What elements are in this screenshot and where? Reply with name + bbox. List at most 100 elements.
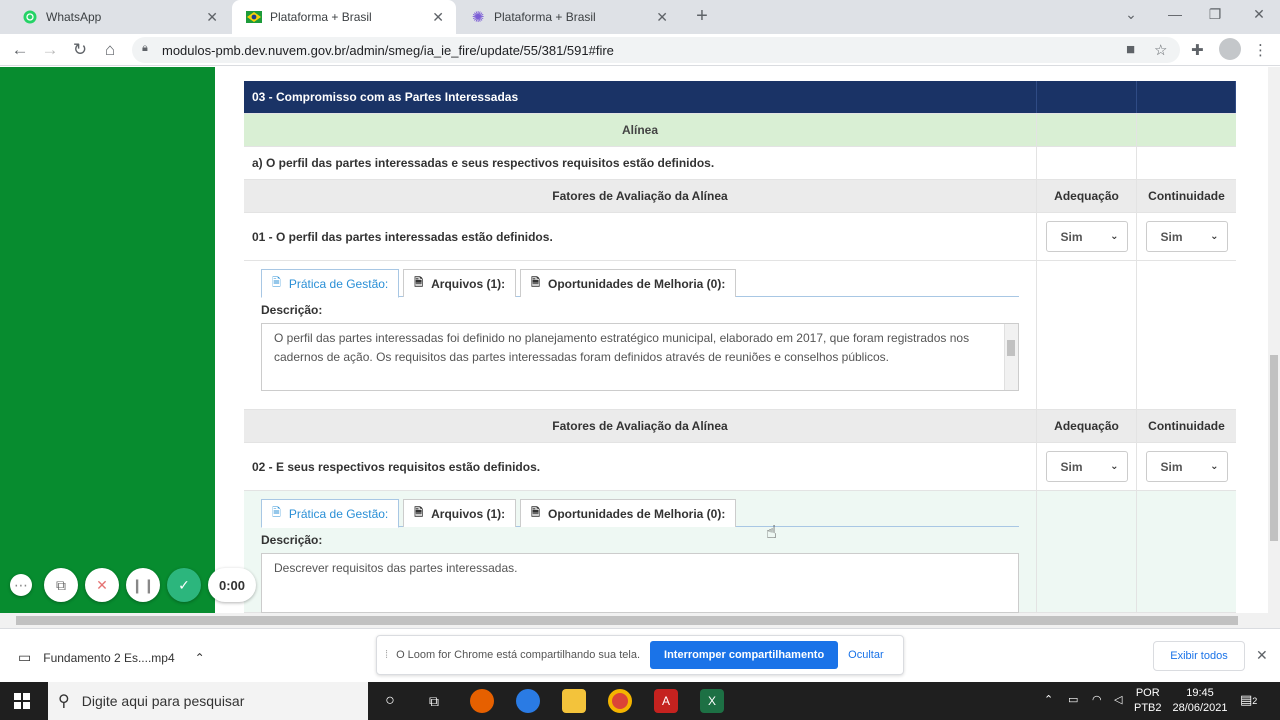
- chevron-up-icon[interactable]: ⌃: [195, 651, 205, 665]
- document-icon: 🗎︎: [414, 507, 424, 519]
- continuidade-select[interactable]: Sim ⌄: [1145, 221, 1228, 252]
- acrobat-icon[interactable]: A: [654, 689, 678, 713]
- tab-pratica-gestao[interactable]: 🗎︎ Prática de Gestão:: [261, 269, 400, 298]
- adequacao-select[interactable]: Sim ⌄: [1045, 451, 1128, 482]
- tab-title: WhatsApp: [46, 10, 102, 24]
- file-explorer-icon[interactable]: [562, 689, 586, 713]
- loom-camera-button[interactable]: ⧉: [44, 568, 78, 602]
- firefox-icon[interactable]: [470, 689, 494, 713]
- alinea-label: Alínea: [244, 114, 1037, 146]
- chrome-icon[interactable]: [608, 689, 632, 713]
- camera-icon[interactable]: ■: [1126, 41, 1135, 58]
- continuidade-select[interactable]: Sim ⌄: [1145, 451, 1228, 482]
- description-label: Descrição:: [261, 303, 323, 317]
- extensions-icon[interactable]: ✚: [1191, 41, 1204, 59]
- close-window-button[interactable]: ✕: [1249, 6, 1269, 23]
- show-all-downloads-button[interactable]: Exibir todos: [1153, 641, 1245, 671]
- stop-sharing-button[interactable]: Interromper compartilhamento: [650, 641, 839, 669]
- input-language[interactable]: POR PTB2: [1134, 686, 1162, 716]
- windows-start-icon[interactable]: [14, 693, 30, 712]
- tab-arquivos[interactable]: 🗎︎ Arquivos (1):: [403, 269, 517, 297]
- forward-button[interactable]: →: [39, 39, 61, 61]
- battery-icon[interactable]: ▭: [1068, 693, 1078, 708]
- description-label: Descrição:: [261, 533, 323, 547]
- chevron-down-icon: ⌄: [1210, 461, 1219, 472]
- tab-plataforma-active[interactable]: Plataforma + Brasil ✕: [232, 0, 456, 34]
- clock[interactable]: 19:45 28/06/2021: [1172, 686, 1228, 716]
- tab-whatsapp[interactable]: WhatsApp ✕: [8, 0, 230, 34]
- notifications-icon[interactable]: ▤2: [1240, 692, 1257, 709]
- description-textarea[interactable]: Descrever requisitos das partes interess…: [261, 553, 1019, 613]
- excel-icon[interactable]: X: [700, 689, 724, 713]
- scrollbar-thumb[interactable]: [1007, 340, 1015, 356]
- page-vertical-scrollbar[interactable]: [1268, 67, 1280, 613]
- close-tab-icon[interactable]: ✕: [656, 9, 668, 26]
- tab-plataforma[interactable]: ✺ Plataforma + Brasil ✕: [456, 0, 680, 34]
- alinea-header-row: Alínea: [244, 114, 1236, 147]
- task-view-icon[interactable]: ⧉: [422, 689, 446, 713]
- tab-title: Plataforma + Brasil: [270, 10, 372, 24]
- loom-banner-text: O Loom for Chrome está compartilhando su…: [396, 649, 641, 661]
- search-placeholder: Digite aqui para pesquisar: [81, 693, 245, 709]
- browser-tab-strip: WhatsApp ✕ Plataforma + Brasil ✕ ✺ Plata…: [0, 0, 1280, 34]
- reload-button[interactable]: ↻: [69, 39, 91, 61]
- tab-oportunidades[interactable]: 🗎︎ Oportunidades de Melhoria (0):: [520, 499, 737, 527]
- home-button[interactable]: ⌂: [99, 39, 121, 61]
- taskbar-search[interactable]: ⚲ Digite aqui para pesquisar: [48, 682, 368, 720]
- hide-banner-button[interactable]: Ocultar: [848, 649, 883, 661]
- minimize-button[interactable]: —: [1165, 6, 1185, 22]
- download-item[interactable]: ▭ Fundamento 2 Es....mp4 ⌃: [18, 649, 205, 666]
- new-tab-button[interactable]: +: [690, 5, 714, 28]
- section-header-row: 03 - Compromisso com as Partes Interessa…: [244, 81, 1236, 114]
- close-tab-icon[interactable]: ✕: [432, 9, 444, 26]
- select-value: Sim: [1160, 229, 1183, 244]
- factors-header-row: Fatores de Avaliação da Alínea Adequação…: [244, 410, 1236, 443]
- page-horizontal-scrollbar[interactable]: [0, 613, 1280, 628]
- loom-finish-button[interactable]: ✓: [167, 568, 201, 602]
- scrollbar-thumb[interactable]: [16, 616, 1238, 625]
- back-button[interactable]: ←: [9, 39, 31, 61]
- volume-icon[interactable]: ◁: [1114, 693, 1122, 708]
- browser-icon[interactable]: [516, 689, 540, 713]
- tray-chevron-icon[interactable]: ⌃: [1044, 693, 1053, 708]
- notification-count: 2: [1252, 696, 1258, 706]
- empty-cell: [1137, 261, 1236, 409]
- empty-cell: [1037, 261, 1137, 409]
- loom-pause-button[interactable]: ❙❙: [126, 568, 160, 602]
- wifi-icon[interactable]: ◠: [1092, 693, 1102, 708]
- restore-button[interactable]: ❐: [1205, 6, 1225, 23]
- description-textarea[interactable]: O perfil das partes interessadas foi def…: [261, 323, 1019, 391]
- adequacao-cell: Sim ⌄: [1037, 443, 1137, 490]
- factor-detail: 🗎︎ Prática de Gestão: 🗎︎ Arquivos (1): 🗎︎ O…: [244, 261, 1037, 409]
- tab-pratica-gestao[interactable]: 🗎︎ Prática de Gestão:: [261, 499, 400, 528]
- windows-taskbar: ⚲ Digite aqui para pesquisar ○ ⧉ A X ⌃ ▭…: [0, 682, 1280, 720]
- empty-cell: [1037, 147, 1137, 179]
- empty-cell: [1137, 147, 1236, 179]
- profile-avatar[interactable]: [1219, 38, 1241, 60]
- empty-cell: [1037, 114, 1137, 146]
- detail-tabs: 🗎︎ Prática de Gestão: 🗎︎ Arquivos (1): 🗎︎ O…: [261, 499, 1019, 528]
- url-text: modulos-pmb.dev.nuvem.gov.br/admin/smeg/…: [162, 43, 614, 58]
- empty-cell: [1137, 491, 1236, 612]
- chevron-down-icon: ⌄: [1210, 231, 1219, 242]
- scrollbar-thumb[interactable]: [1270, 355, 1278, 541]
- textarea-scrollbar[interactable]: [1004, 324, 1018, 390]
- tab-title: Plataforma + Brasil: [494, 10, 596, 24]
- tab-arquivos[interactable]: 🗎︎ Arquivos (1):: [403, 499, 517, 527]
- adequacao-header: Adequação: [1037, 410, 1137, 442]
- search-icon: ⚲: [58, 693, 70, 710]
- address-bar[interactable]: 🔒︎ modulos-pmb.dev.nuvem.gov.br/admin/sm…: [132, 37, 1180, 63]
- loom-more-button[interactable]: ⋯: [10, 574, 32, 596]
- menu-icon[interactable]: ⋮: [1253, 41, 1268, 59]
- loom-cancel-button[interactable]: ✕: [85, 568, 119, 602]
- close-tab-icon[interactable]: ✕: [206, 9, 218, 26]
- tab-oportunidades[interactable]: 🗎︎ Oportunidades de Melhoria (0):: [520, 269, 737, 297]
- adequacao-select[interactable]: Sim ⌄: [1045, 221, 1128, 252]
- tab-search-icon[interactable]: ⌄: [1121, 6, 1141, 23]
- cortana-icon[interactable]: ○: [378, 689, 402, 713]
- drag-handle-icon[interactable]: ⁞: [385, 649, 388, 661]
- factor-detail-row: 🗎︎ Prática de Gestão: 🗎︎ Arquivos (1): 🗎︎ O…: [244, 261, 1236, 410]
- downloads-bar: ▭ Fundamento 2 Es....mp4 ⌃ ⁞ O Loom for …: [0, 628, 1280, 682]
- bookmark-star-icon[interactable]: ☆: [1154, 41, 1167, 59]
- close-downloads-icon[interactable]: ✕: [1256, 647, 1268, 664]
